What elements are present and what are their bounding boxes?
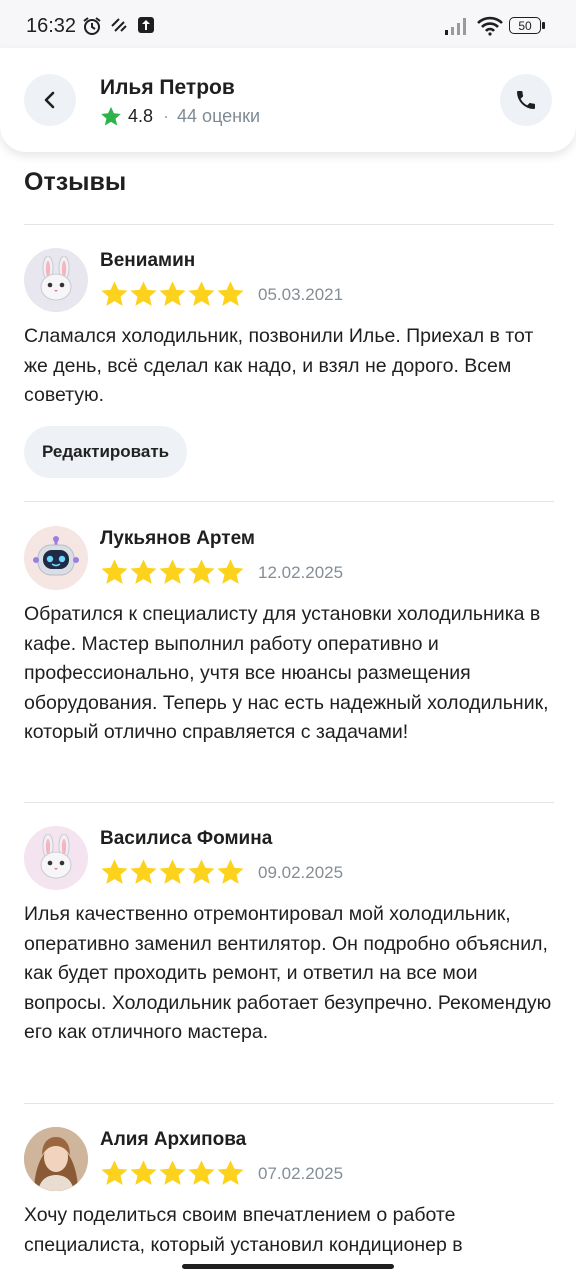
phone-icon bbox=[517, 91, 535, 109]
star-icon bbox=[101, 106, 121, 126]
avatar bbox=[24, 526, 88, 590]
star-icon bbox=[159, 1160, 186, 1185]
star-icon bbox=[101, 1160, 128, 1185]
star-icon bbox=[217, 281, 244, 306]
star-icon bbox=[159, 859, 186, 884]
star-icon bbox=[130, 1160, 157, 1185]
reviews-count[interactable]: 44 оценки bbox=[177, 106, 260, 127]
star-icon bbox=[217, 559, 244, 584]
alarm-icon bbox=[83, 17, 101, 35]
review-text: Илья качественно отремонтировал мой холо… bbox=[24, 903, 552, 1043]
edit-review-button[interactable]: Редактировать bbox=[24, 426, 188, 478]
bunny-avatar-icon bbox=[40, 256, 72, 301]
star-icon bbox=[101, 559, 128, 584]
review-stars bbox=[100, 858, 245, 886]
divider bbox=[24, 501, 554, 502]
star-icon bbox=[101, 859, 128, 884]
review-author: Василиса Фомина bbox=[100, 828, 273, 849]
bunny-avatar-icon bbox=[40, 834, 72, 879]
avatar bbox=[24, 248, 88, 312]
master-name: Илья Петров bbox=[100, 76, 235, 99]
star-icon bbox=[101, 281, 128, 306]
review-author: Вениамин bbox=[100, 250, 196, 271]
star-icon bbox=[130, 559, 157, 584]
rating-value: 4.8 bbox=[128, 106, 154, 126]
reviews-section-title: Отзывы bbox=[24, 168, 127, 196]
star-icon bbox=[159, 559, 186, 584]
call-button[interactable] bbox=[500, 74, 552, 126]
battery-tip bbox=[542, 22, 545, 29]
review-date: 12.02.2025 bbox=[258, 563, 344, 582]
review-card: Лукьянов Артем 12.02.2025 Обратился к сп… bbox=[24, 526, 554, 786]
review-date: 09.02.2025 bbox=[258, 863, 344, 882]
divider bbox=[24, 224, 554, 225]
review-card: Василиса Фомина 09.02.2025 Илья качестве… bbox=[24, 826, 554, 1086]
status-time: 16:32 bbox=[26, 15, 77, 37]
review-card: Алия Архипова 07.02.2025 Хочу поделиться… bbox=[24, 1127, 554, 1280]
battery-level: 50 bbox=[518, 18, 532, 33]
back-button[interactable] bbox=[24, 74, 76, 126]
review-author: Алия Архипова bbox=[100, 1129, 247, 1150]
status-bar: 16:32 50 bbox=[0, 0, 576, 52]
avatar bbox=[24, 1127, 88, 1191]
robot-avatar-icon bbox=[33, 536, 79, 576]
review-text: Обратился к специалисту для установки хо… bbox=[24, 603, 549, 743]
master-rating[interactable]: 4.8 · 44 оценки bbox=[100, 106, 260, 127]
chevron-left-icon bbox=[44, 91, 55, 109]
review-stars bbox=[100, 558, 245, 586]
review-date: 05.03.2021 bbox=[258, 285, 344, 304]
star-icon bbox=[217, 1160, 244, 1185]
profile-header: Илья Петров 4.8 · 44 оценки bbox=[0, 48, 576, 152]
review-date: 07.02.2025 bbox=[258, 1164, 344, 1183]
rating-separator: · bbox=[163, 106, 170, 126]
review-stars bbox=[100, 280, 245, 308]
review-text: Хочу поделиться своим впечатлением о раб… bbox=[24, 1204, 463, 1256]
star-icon bbox=[217, 859, 244, 884]
review-author: Лукьянов Артем bbox=[100, 528, 255, 549]
upload-notification-icon bbox=[138, 17, 154, 33]
review-text: Сламался холодильник, позвонили Илье. Пр… bbox=[24, 325, 534, 406]
star-icon bbox=[130, 859, 157, 884]
star-icon bbox=[159, 281, 186, 306]
battery-icon: 50 bbox=[509, 17, 541, 34]
star-icon bbox=[130, 281, 157, 306]
signal-icon bbox=[445, 18, 466, 35]
data-saver-icon bbox=[111, 18, 127, 32]
user-photo-avatar bbox=[24, 1127, 88, 1191]
star-icon bbox=[188, 559, 215, 584]
review-card: Вениамин 05.03.2021 Сламался холодильник… bbox=[24, 248, 554, 488]
star-icon bbox=[188, 1160, 215, 1185]
avatar bbox=[24, 826, 88, 890]
divider bbox=[24, 802, 554, 803]
divider bbox=[24, 1103, 554, 1104]
star-icon bbox=[188, 859, 215, 884]
home-indicator[interactable] bbox=[182, 1264, 394, 1269]
star-icon bbox=[188, 281, 215, 306]
review-stars bbox=[100, 1159, 245, 1187]
wifi-icon bbox=[477, 16, 503, 36]
